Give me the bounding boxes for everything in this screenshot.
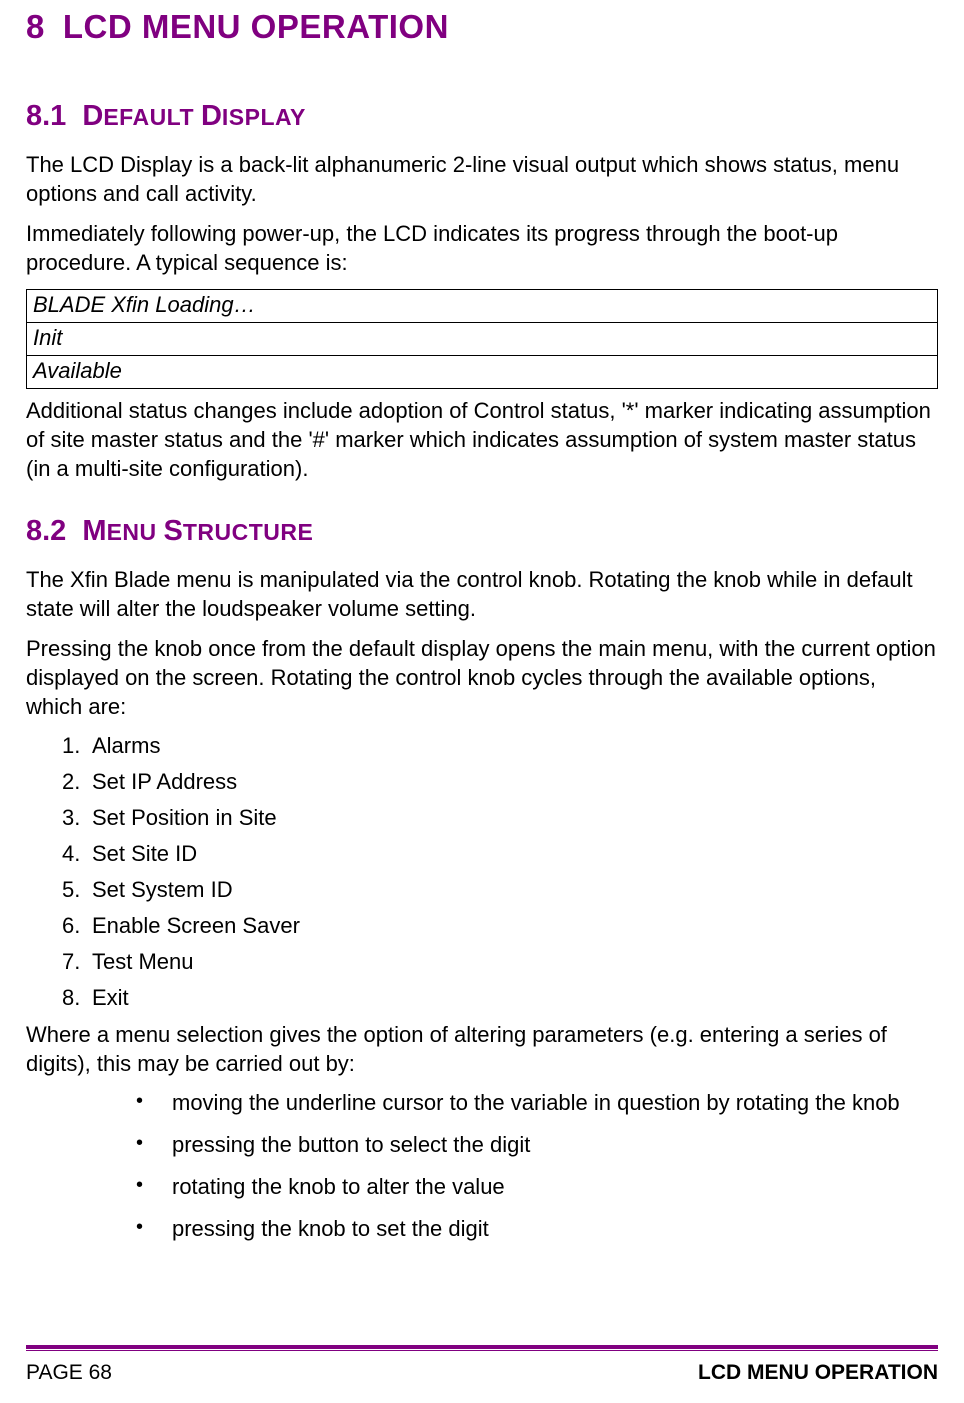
table-cell: Available (27, 356, 938, 389)
list-item-text: Exit (92, 985, 129, 1010)
list-item: 6.Enable Screen Saver (62, 913, 938, 939)
table-cell: Init (27, 323, 938, 356)
list-item: 2.Set IP Address (62, 769, 938, 795)
section-heading-8-1: 8.1 DEFAULT DISPLAY (26, 100, 938, 133)
section-title-lead2: D (201, 100, 222, 132)
list-item-text: Alarms (92, 733, 160, 758)
list-item-text: Enable Screen Saver (92, 913, 300, 938)
page-footer: PAGE 68 LCD MENU OPERATION (26, 1361, 938, 1385)
menu-options-list: 1.Alarms 2.Set IP Address 3.Set Position… (62, 733, 938, 1011)
section-title-lead1: M (82, 515, 106, 547)
section-heading-8-2: 8.2 MENU STRUCTURE (26, 515, 938, 548)
chapter-heading: 8 LCD MENU OPERATION (26, 8, 938, 46)
list-item-text: Set IP Address (92, 769, 237, 794)
footer-rule (26, 1345, 938, 1349)
section-number: 8.1 (26, 100, 66, 132)
chapter-number: 8 (26, 8, 45, 45)
list-item-text: Set Position in Site (92, 805, 277, 830)
boot-sequence-table: BLADE Xfin Loading… Init Available (26, 289, 938, 389)
procedure-bullets: moving the underline cursor to the varia… (136, 1090, 938, 1242)
section-title-rest2: ISPLAY (222, 104, 306, 130)
page-number: PAGE 68 (26, 1361, 112, 1385)
list-item: 8.Exit (62, 985, 938, 1011)
list-item: 3.Set Position in Site (62, 805, 938, 831)
paragraph: The LCD Display is a back-lit alphanumer… (26, 151, 938, 208)
section-title-rest1: EFAULT (103, 104, 201, 130)
list-item: pressing the button to select the digit (136, 1132, 938, 1158)
paragraph: The Xfin Blade menu is manipulated via t… (26, 566, 938, 623)
list-item: rotating the knob to alter the value (136, 1174, 938, 1200)
paragraph: Immediately following power-up, the LCD … (26, 220, 938, 277)
list-item: 4.Set Site ID (62, 841, 938, 867)
paragraph: Pressing the knob once from the default … (26, 635, 938, 721)
paragraph: Where a menu selection gives the option … (26, 1021, 938, 1078)
list-item: 1.Alarms (62, 733, 938, 759)
chapter-title: LCD MENU OPERATION (63, 8, 449, 45)
list-item: 5.Set System ID (62, 877, 938, 903)
section-title-rest1: ENU (107, 519, 164, 545)
paragraph: Additional status changes include adopti… (26, 397, 938, 483)
section-title-lead1: D (82, 100, 103, 132)
list-item-text: Set System ID (92, 877, 233, 902)
list-item-text: Set Site ID (92, 841, 197, 866)
list-item: pressing the knob to set the digit (136, 1216, 938, 1242)
footer-title: LCD MENU OPERATION (698, 1361, 938, 1385)
list-item: 7.Test Menu (62, 949, 938, 975)
list-item: moving the underline cursor to the varia… (136, 1090, 938, 1116)
list-item-text: Test Menu (92, 949, 194, 974)
section-title-rest2: TRUCTURE (183, 519, 314, 545)
table-cell: BLADE Xfin Loading… (27, 290, 938, 323)
section-title-lead2: S (164, 515, 183, 547)
section-number: 8.2 (26, 515, 66, 547)
